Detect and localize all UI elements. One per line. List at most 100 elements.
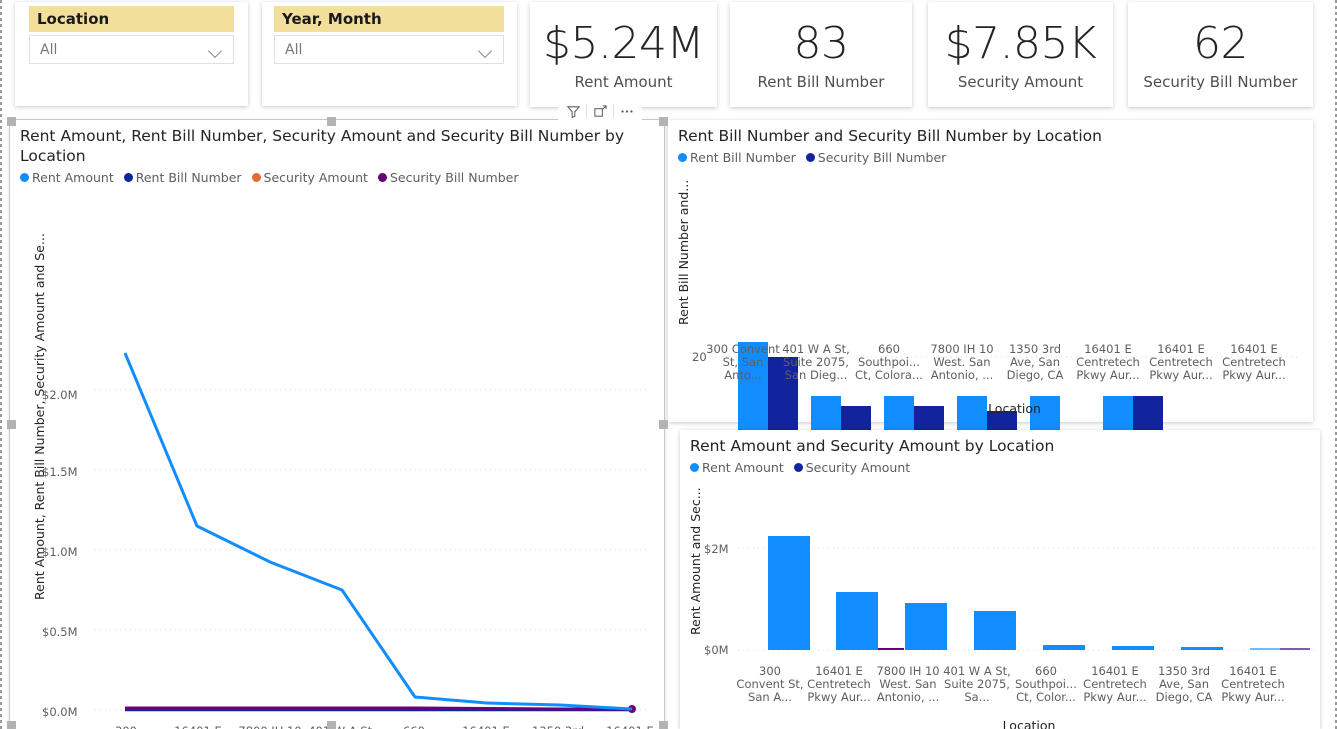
x-tick-label: 16401 E Centretech Pkwy Aur...	[1149, 342, 1213, 382]
year-month-slicer-dropdown[interactable]: All	[274, 35, 504, 64]
resize-handle-middle-right[interactable]	[659, 420, 668, 429]
report-page: Location All Year, Month All $5.24M Rent…	[0, 0, 1337, 729]
x-tick-label: 16401 E Centretech Pkwy Aur...	[1083, 664, 1147, 704]
line-chart-plot[interactable]	[95, 305, 650, 720]
bill-number-chart-plot[interactable]	[716, 187, 1301, 459]
amount-chart-legend: Rent Amount Security Amount	[680, 456, 1320, 475]
resize-handle-bottom-right[interactable]	[659, 721, 668, 729]
x-tick-label: 401 W A St, Suite 2075, Sa...	[943, 664, 1011, 704]
y-tick-label: $0.5M	[42, 625, 78, 639]
y-tick-label: $1.5M	[42, 465, 78, 479]
bill-number-chart-title: Rent Bill Number and Security Bill Numbe…	[678, 127, 1102, 145]
y-tick-label: $2.0M	[42, 388, 78, 402]
kpi-label: Security Amount	[957, 72, 1084, 91]
legend-label: Security Amount	[263, 170, 368, 185]
x-tick-label: 300 Convent St, San Anto...	[706, 342, 780, 382]
kpi-value: 83	[793, 17, 850, 69]
series-rent-amount	[123, 352, 633, 711]
y-tick-label: $1.0M	[42, 545, 78, 559]
x-tick-label: 7800 IH 10 West. San Antonio, ...	[876, 664, 940, 704]
legend-label: Rent Amount	[32, 170, 114, 185]
resize-handle-top-right[interactable]	[659, 117, 668, 126]
kpi-label: Rent Amount	[574, 72, 673, 91]
location-slicer-value: All	[40, 41, 58, 58]
x-tick-label: 660 Southpoi... Ct, Colorado Springs, CO	[378, 725, 450, 729]
legend-item: Rent Bill Number	[678, 150, 796, 165]
filter-icon[interactable]	[560, 101, 586, 121]
location-slicer-title: Location	[29, 6, 234, 32]
x-tick-label: 16401 E Centretech Pkwy Aur...	[807, 664, 871, 704]
amount-chart-x-axis-title: Location	[1002, 718, 1056, 729]
more-options-icon[interactable]	[614, 101, 640, 121]
resize-handle-bottom-center[interactable]	[327, 721, 336, 729]
visual-toolbar[interactable]	[558, 100, 642, 122]
x-tick-label: 16401 E Centretech Pkwy Aurora, CO	[162, 725, 234, 729]
legend-item: Security Bill Number	[377, 170, 519, 185]
x-tick-label: 1350 3rd Ave, San Diego, CA	[1155, 664, 1213, 704]
legend-item: Security Amount	[251, 170, 368, 185]
x-tick-label: 16401 E Centretech Pkwy Aurora, CO (9743…	[594, 725, 666, 729]
bill-number-chart-y-axis-title: Rent Bill Number and...	[676, 179, 691, 325]
x-tick-label: 7800 IH 10 West. San Antonio, TX	[234, 725, 306, 729]
x-tick-label: 16401 E Centretech Pkwy Aur...	[1221, 664, 1285, 704]
bill-number-bar-chart-visual[interactable]: Rent Bill Number and Security Bill Numbe…	[668, 120, 1313, 462]
location-slicer-dropdown[interactable]: All	[29, 35, 234, 64]
x-tick-label: 1350 3rd Ave, San Diego, CA	[1006, 342, 1064, 382]
line-chart-title: Rent Amount, Rent Bill Number, Security …	[20, 127, 625, 165]
amount-bar-chart-visual[interactable]: Rent Amount and Security Amount by Locat…	[680, 430, 1320, 729]
kpi-value: $7.85K	[944, 17, 1097, 69]
resize-handle-top-center[interactable]	[327, 117, 336, 126]
legend-item: Security Bill Number	[805, 150, 947, 165]
year-month-slicer[interactable]: Year, Month All	[262, 2, 517, 106]
location-slicer[interactable]: Location All	[15, 2, 248, 106]
x-tick-label: 1350 3rd Ave, San Diego, CA	[522, 725, 594, 729]
x-tick-label: 401 W A St, Suite 2075, San Diego, CA	[306, 725, 378, 729]
x-tick-label: 660 Southpoi... Ct, Colora...	[855, 342, 923, 382]
y-tick-label: $0M	[704, 643, 729, 657]
legend-swatch	[678, 153, 687, 162]
legend-label: Rent Amount	[702, 460, 784, 475]
legend-label: Security Bill Number	[389, 170, 519, 185]
bill-number-chart-legend: Rent Bill Number Security Bill Number	[668, 146, 1313, 165]
legend-swatch	[805, 153, 815, 162]
line-chart-visual[interactable]: Rent Amount, Rent Bill Number, Security …	[9, 119, 666, 729]
legend-swatch	[377, 173, 387, 182]
x-tick-label: 401 W A St, Suite 2075, San Dieg...	[782, 342, 850, 382]
line-chart-legend: Rent Amount Rent Bill Number Security Am…	[10, 166, 664, 185]
year-month-slicer-title: Year, Month	[274, 6, 504, 32]
amount-chart-title: Rent Amount and Security Amount by Locat…	[690, 437, 1055, 455]
chevron-down-icon[interactable]	[210, 46, 223, 54]
legend-swatch	[251, 173, 261, 182]
legend-label: Rent Bill Number	[690, 150, 796, 165]
x-tick-label: 16401 E Centretech Pkwy Aur...	[1076, 342, 1140, 382]
resize-handle-top-left[interactable]	[7, 117, 16, 126]
x-tick-label: 16401 E Centretech Pkwy Aurora, CO (9702…	[450, 725, 522, 729]
x-tick-label: 300 Convent St, San Antonio, TX	[90, 725, 162, 729]
kpi-card-security-bill-number[interactable]: 62 Security Bill Number	[1128, 2, 1313, 107]
legend-label: Security Amount	[805, 460, 911, 475]
amount-chart-y-axis-title: Rent Amount and Sec...	[688, 487, 703, 635]
y-tick-label: 20	[692, 350, 707, 364]
amount-chart-plot[interactable]	[738, 495, 1316, 660]
legend-swatch	[20, 173, 29, 182]
legend-swatch	[690, 463, 699, 472]
kpi-label: Security Bill Number	[1143, 72, 1298, 91]
page-left-border	[0, 0, 2, 729]
resize-handle-middle-left[interactable]	[7, 420, 16, 429]
line-chart-y-axis-title: Rent Amount, Rent Bill Number, Security …	[32, 233, 47, 600]
y-tick-label: $0.0M	[42, 705, 78, 719]
y-tick-label: $2M	[704, 542, 729, 556]
x-tick-label: 660 Southpoi... Ct, Color...	[1015, 664, 1077, 704]
legend-label: Security Bill Number	[817, 150, 947, 165]
chevron-down-icon[interactable]	[480, 46, 493, 54]
resize-handle-bottom-left[interactable]	[7, 721, 16, 729]
legend-swatch	[793, 463, 803, 472]
focus-mode-icon[interactable]	[587, 101, 613, 121]
legend-item: Rent Amount	[20, 170, 114, 185]
kpi-card-rent-amount[interactable]: $5.24M Rent Amount	[530, 2, 717, 107]
kpi-value: 62	[1193, 17, 1249, 69]
x-tick-label: 7800 IH 10 West. San Antonio, ...	[930, 342, 994, 382]
legend-item: Security Amount	[793, 460, 911, 475]
kpi-card-rent-bill-number[interactable]: 83 Rent Bill Number	[730, 2, 912, 107]
kpi-card-security-amount[interactable]: $7.85K Security Amount	[928, 2, 1113, 107]
